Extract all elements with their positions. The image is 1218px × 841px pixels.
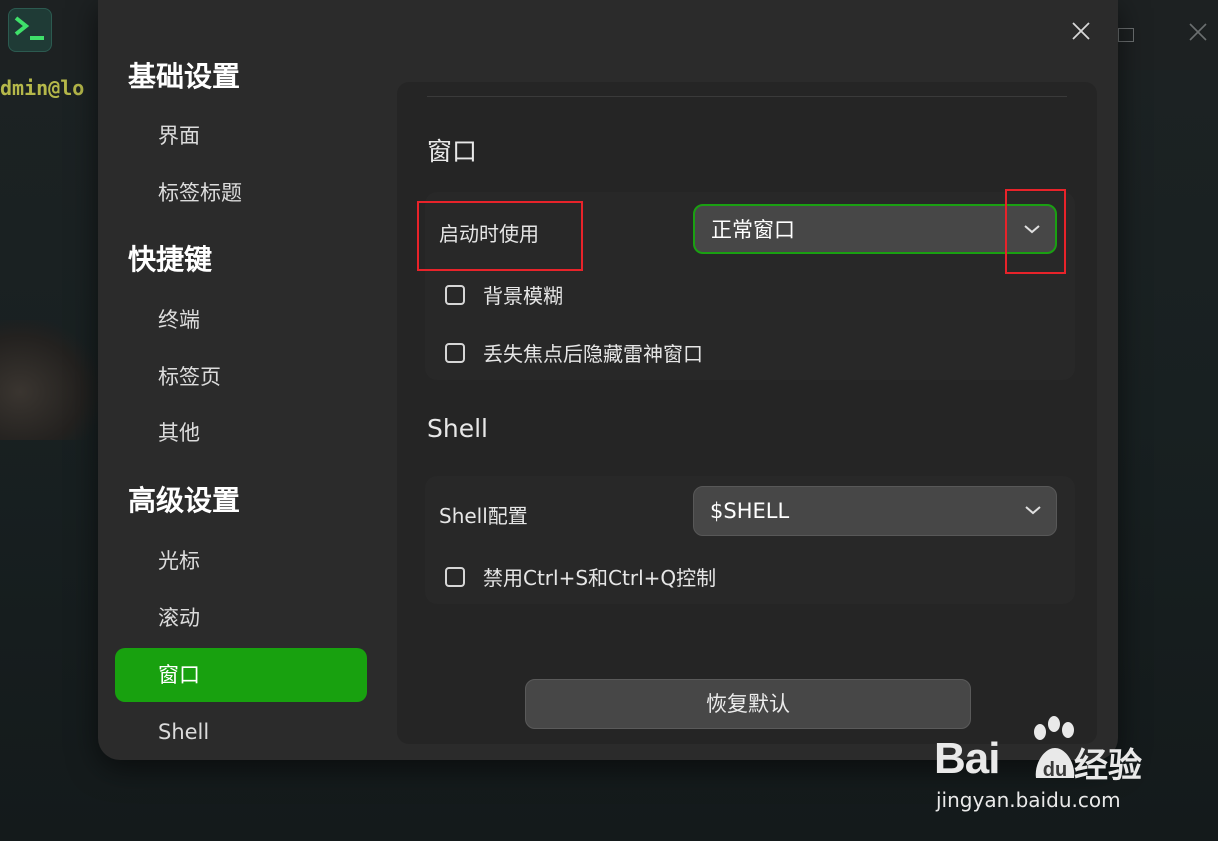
annotation-box-startup-label bbox=[417, 201, 583, 271]
section-title-basic: 基础设置 bbox=[128, 60, 241, 93]
sidebar-item-label: 窗口 bbox=[158, 663, 200, 687]
settings-content: 窗口 启动时使用 正常窗口 背景模糊 丢失焦点后隐藏雷神窗口 Shell She… bbox=[397, 82, 1097, 744]
sidebar-item-window[interactable]: 窗口 bbox=[115, 648, 367, 702]
terminal-wallpaper-detail bbox=[0, 320, 100, 440]
shell-group-title: Shell bbox=[427, 414, 488, 443]
select-value: 正常窗口 bbox=[711, 218, 795, 242]
sidebar-item-label: Shell bbox=[158, 720, 210, 744]
chevron-down-icon[interactable] bbox=[1024, 504, 1042, 516]
hide-on-blur-label: 丢失焦点后隐藏雷神窗口 bbox=[483, 342, 703, 366]
sidebar-item-label: 标签标题 bbox=[158, 181, 242, 205]
watermark-bai-text: Bai bbox=[934, 734, 1000, 783]
maximize-icon[interactable] bbox=[1118, 28, 1134, 42]
annotation-box-dropdown-arrow bbox=[1005, 189, 1066, 274]
sidebar-item-label: 滚动 bbox=[158, 606, 200, 630]
watermark-url: jingyan.baidu.com bbox=[936, 788, 1121, 812]
settings-sidebar: 基础设置 界面 标签标题 快捷键 终端 标签页 其他 高级设置 光标 滚动 窗口… bbox=[98, 0, 380, 760]
sidebar-item-label: 光标 bbox=[158, 549, 200, 573]
terminal-app-icon bbox=[8, 8, 52, 52]
sidebar-item-cursor[interactable]: 光标 bbox=[115, 534, 367, 588]
sidebar-item-interface[interactable]: 界面 bbox=[115, 109, 367, 163]
window-close-icon[interactable] bbox=[1188, 22, 1208, 46]
hide-on-blur-checkbox[interactable] bbox=[445, 343, 465, 363]
sidebar-item-shell[interactable]: Shell bbox=[115, 705, 367, 759]
select-value: $SHELL bbox=[710, 499, 790, 523]
sidebar-item-label: 终端 bbox=[158, 308, 200, 332]
section-title-advanced: 高级设置 bbox=[128, 484, 241, 517]
sidebar-item-scroll[interactable]: 滚动 bbox=[115, 591, 367, 645]
section-title-shortcuts: 快捷键 bbox=[128, 243, 213, 276]
baidu-jingyan-watermark: Bai du 经验 jingyan.baidu.com bbox=[934, 712, 1174, 822]
bg-blur-label: 背景模糊 bbox=[483, 284, 563, 308]
close-icon[interactable] bbox=[1068, 18, 1094, 44]
divider bbox=[427, 96, 1067, 97]
startup-mode-select[interactable]: 正常窗口 bbox=[693, 204, 1057, 254]
terminal-prompt: dmin@lo bbox=[0, 76, 85, 100]
reset-defaults-button[interactable]: 恢复默认 bbox=[525, 679, 971, 729]
sidebar-item-tab-title[interactable]: 标签标题 bbox=[115, 166, 367, 220]
watermark-jingyan-text: 经验 bbox=[1074, 746, 1142, 786]
watermark-du-text: du bbox=[1043, 759, 1067, 781]
window-group-title: 窗口 bbox=[427, 137, 478, 166]
paw-logo-icon: du bbox=[1030, 716, 1080, 786]
sidebar-item-tabs[interactable]: 标签页 bbox=[115, 350, 367, 404]
disable-ctrl-label: 禁用Ctrl+S和Ctrl+Q控制 bbox=[483, 566, 717, 590]
sidebar-item-other[interactable]: 其他 bbox=[115, 406, 367, 460]
bg-blur-checkbox[interactable] bbox=[445, 285, 465, 305]
sidebar-item-label: 标签页 bbox=[158, 365, 221, 389]
sidebar-item-terminal[interactable]: 终端 bbox=[115, 293, 367, 347]
shell-settings-card: Shell配置 $SHELL 禁用Ctrl+S和Ctrl+Q控制 bbox=[425, 476, 1075, 604]
sidebar-item-label: 界面 bbox=[158, 124, 200, 148]
shell-config-label: Shell配置 bbox=[439, 504, 528, 528]
shell-config-select[interactable]: $SHELL bbox=[693, 486, 1057, 536]
settings-dialog: 基础设置 界面 标签标题 快捷键 终端 标签页 其他 高级设置 光标 滚动 窗口… bbox=[98, 0, 1118, 760]
disable-ctrl-checkbox[interactable] bbox=[445, 567, 465, 587]
sidebar-item-label: 其他 bbox=[158, 421, 200, 445]
